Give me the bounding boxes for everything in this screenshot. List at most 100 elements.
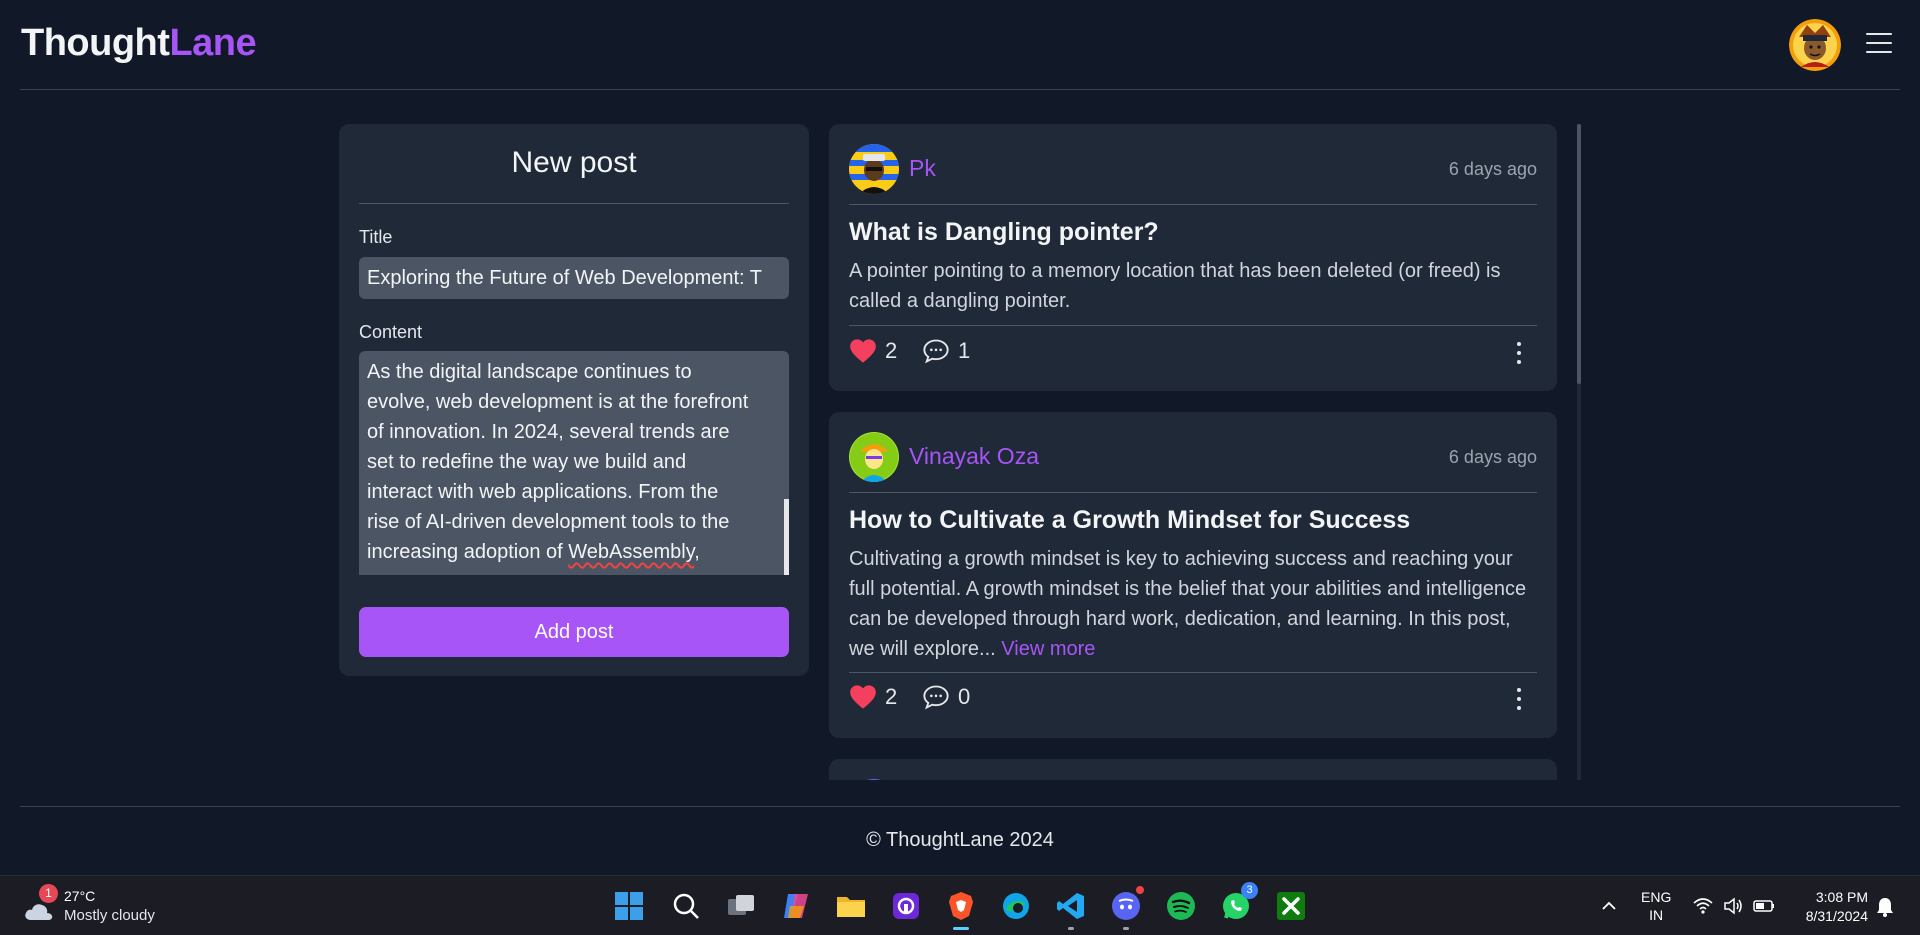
post-title[interactable]: What is Dangling pointer? <box>849 218 1159 247</box>
volume-icon[interactable] <box>1722 888 1746 924</box>
post-body-text: Cultivating a growth mindset is key to a… <box>849 548 1527 660</box>
weather-temperature: 27°C <box>64 888 96 904</box>
clock-time: 3:08 PM <box>1815 889 1868 905</box>
post-body: A pointer pointing to a memory location … <box>849 260 1501 312</box>
more-vertical-icon[interactable] <box>1515 688 1523 712</box>
like-count: 2 <box>885 684 898 709</box>
form-divider <box>359 203 789 204</box>
post-feed: Pk 6 days ago What is Dangling pointer? … <box>829 124 1557 780</box>
weather-widget[interactable]: 1 27°C Mostly cloudy <box>22 884 202 926</box>
header-divider <box>20 89 1900 90</box>
misspelled-word: WebAssembly <box>568 541 695 563</box>
like-count: 2 <box>885 338 898 363</box>
post-timestamp: 6 days ago <box>1448 159 1537 179</box>
xbox-icon[interactable] <box>1273 888 1309 924</box>
post-title[interactable]: How to Cultivate a Growth Mindset for Su… <box>849 506 1410 535</box>
footer-divider <box>20 806 1900 807</box>
content-line: increasing adoption of WebAssembly, <box>367 537 777 567</box>
user-avatar[interactable] <box>1789 19 1841 71</box>
search-icon[interactable] <box>668 888 704 924</box>
comment-button[interactable]: 0 <box>922 684 970 710</box>
content-line: rise of AI-driven development tools to t… <box>367 511 730 533</box>
post-divider <box>849 672 1537 673</box>
battery-icon[interactable] <box>1752 888 1778 924</box>
content-line: set to redefine the way we build and <box>367 451 687 473</box>
logo-text-lane: Lane <box>169 22 257 64</box>
content-line: evolve, web development is at the forefr… <box>367 391 749 413</box>
comment-bubble-icon <box>923 339 949 364</box>
title-label: Title <box>359 227 393 247</box>
comment-count: 1 <box>958 338 971 363</box>
author-avatar[interactable] <box>849 779 899 780</box>
content-line: interact with web applications. From the <box>367 481 719 503</box>
whatsapp-icon[interactable]: 3 <box>1218 882 1258 924</box>
top-navbar: ThoughtLane <box>0 0 1920 90</box>
user-avatar-image <box>1789 19 1841 71</box>
whatsapp-notification-badge: 3 <box>1241 882 1258 899</box>
discord-notification-dot <box>1134 884 1146 896</box>
post-divider <box>849 492 1537 493</box>
post-actions: 2 0 <box>849 684 1537 716</box>
clock-date: 8/31/2024 <box>1805 908 1868 924</box>
hamburger-icon[interactable] <box>1866 33 1892 55</box>
avatar-image <box>849 144 899 194</box>
footer-copyright: © ThoughtLane 2024 <box>866 829 1054 851</box>
post-author[interactable]: Pk <box>909 155 936 182</box>
comment-button[interactable]: 1 <box>922 338 970 364</box>
app-logo[interactable]: ThoughtLane <box>21 22 257 65</box>
textarea-scrollbar[interactable] <box>784 499 789 575</box>
windows-start-icon[interactable] <box>611 888 647 924</box>
weather-notification-badge: 1 <box>39 884 58 903</box>
like-button[interactable]: 2 <box>849 684 897 710</box>
windows-taskbar: 1 27°C Mostly cloudy 3 ENG IN 3:08 PM 8/… <box>0 875 1920 935</box>
language-indicator[interactable]: ENG IN <box>1641 888 1671 924</box>
content-label: Content <box>359 322 423 342</box>
content-text: , <box>694 541 700 563</box>
vscode-icon[interactable] <box>1053 888 1089 930</box>
more-vertical-icon[interactable] <box>1515 342 1523 366</box>
discord-icon[interactable] <box>1108 884 1146 930</box>
comment-bubble-icon <box>923 685 949 710</box>
proton-pass-icon[interactable] <box>888 888 924 924</box>
post-body: Cultivating a growth mindset is key to a… <box>849 544 1539 664</box>
post-divider <box>849 204 1537 205</box>
wifi-icon[interactable] <box>1692 888 1716 924</box>
feed-scrollbar[interactable] <box>1577 124 1581 384</box>
post-actions: 2 1 <box>849 338 1537 370</box>
brave-browser-icon[interactable] <box>943 888 979 930</box>
content-line: of innovation. In 2024, several trends a… <box>367 421 730 443</box>
post-timestamp: 6 days ago <box>1448 447 1537 467</box>
comment-count: 0 <box>958 684 971 709</box>
file-explorer-icon[interactable] <box>833 888 869 924</box>
post-card <box>829 759 1557 780</box>
notification-bell-icon[interactable] <box>1874 888 1898 924</box>
add-post-button[interactable]: Add post <box>359 607 789 657</box>
task-view-icon[interactable] <box>723 888 759 924</box>
avatar-image <box>849 432 899 482</box>
post-card: Pk 6 days ago What is Dangling pointer? … <box>829 124 1557 391</box>
post-divider <box>849 325 1537 326</box>
spotify-icon[interactable] <box>1163 888 1199 924</box>
content-text: increasing adoption of <box>367 541 569 563</box>
language-code: ENG <box>1641 889 1672 905</box>
copilot-icon[interactable] <box>778 888 814 924</box>
new-post-form: New post Title Exploring the Future of W… <box>339 124 809 676</box>
edge-browser-icon[interactable] <box>998 888 1034 924</box>
post-author[interactable]: Vinayak Oza <box>909 443 1039 470</box>
author-avatar[interactable] <box>849 144 899 194</box>
title-input[interactable]: Exploring the Future of Web Development:… <box>359 257 789 299</box>
post-card: Vinayak Oza 6 days ago How to Cultivate … <box>829 412 1557 738</box>
system-clock[interactable]: 3:08 PM 8/31/2024 <box>1792 888 1868 926</box>
view-more-link[interactable]: View more <box>1001 638 1095 660</box>
new-post-heading: New post <box>511 146 637 179</box>
heart-icon <box>850 685 876 709</box>
logo-text-thought: Thought <box>21 22 170 64</box>
content-line: As the digital landscape continues to <box>367 361 692 383</box>
region-code: IN <box>1649 907 1664 923</box>
author-avatar[interactable] <box>849 432 899 482</box>
like-button[interactable]: 2 <box>849 338 897 364</box>
content-textarea[interactable]: As the digital landscape continues to ev… <box>359 351 789 575</box>
weather-condition: Mostly cloudy <box>64 907 155 924</box>
heart-icon <box>850 339 876 363</box>
chevron-up-icon[interactable] <box>1594 888 1624 924</box>
